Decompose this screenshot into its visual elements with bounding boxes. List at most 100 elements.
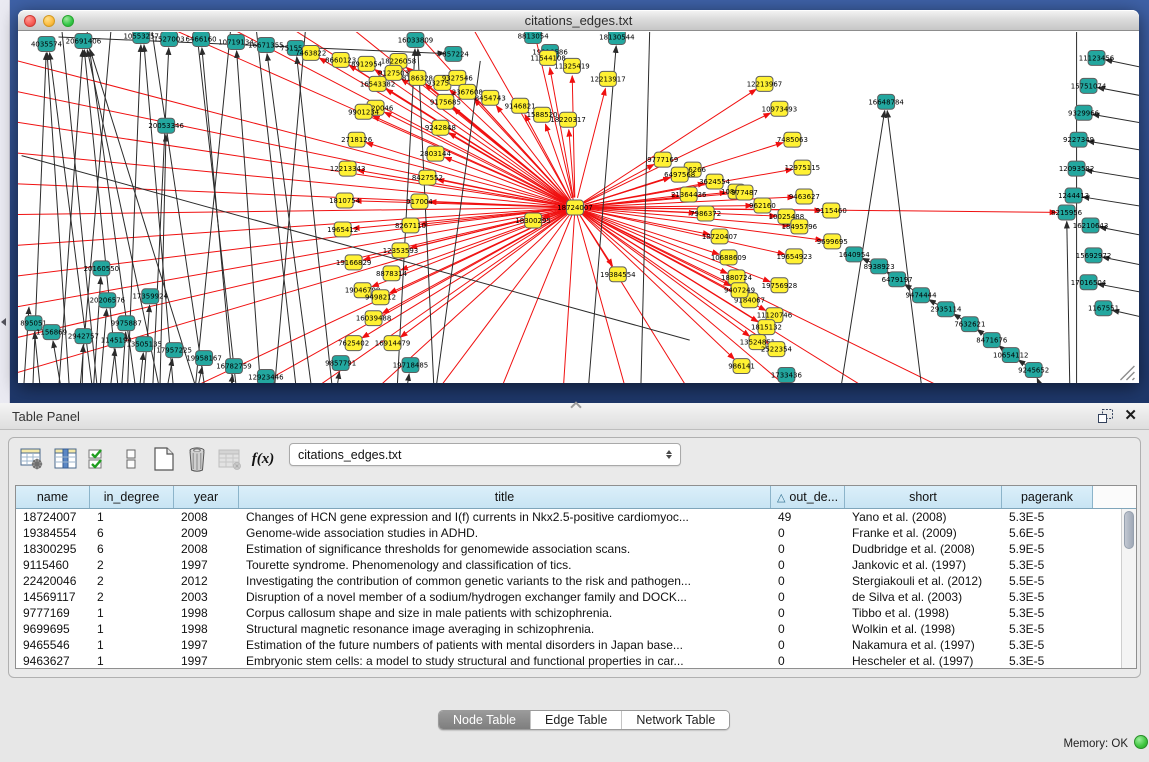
cell-year[interactable]: 1998 xyxy=(174,621,239,637)
table-row[interactable]: 969969511998Structural magnetic resonanc… xyxy=(16,621,1121,637)
citation-network-graph[interactable]: 4035574206914061055325715270036466160107… xyxy=(18,32,1139,383)
cell-short[interactable]: Yano et al. (2008) xyxy=(845,509,1002,525)
cell-title[interactable]: Corpus callosum shape and size in male p… xyxy=(239,605,771,621)
cell-short[interactable]: Franke et al. (2009) xyxy=(845,525,1002,541)
cell-short[interactable]: Nakamura et al. (1997) xyxy=(845,637,1002,653)
cell-year[interactable]: 2008 xyxy=(174,541,239,557)
zoom-window-icon[interactable] xyxy=(62,15,74,27)
cell-year[interactable]: 2008 xyxy=(174,509,239,525)
table-row[interactable]: 1456911722003Disruption of a novel membe… xyxy=(16,589,1121,605)
cell-year[interactable]: 2012 xyxy=(174,573,239,589)
column-header-out_de[interactable]: △out_de... xyxy=(771,486,845,508)
table-row[interactable]: 2242004622012Investigating the contribut… xyxy=(16,573,1121,589)
select-rows-icon[interactable] xyxy=(83,446,113,472)
table-select-dropdown[interactable]: citations_edges.txt xyxy=(289,443,681,466)
cell-pagerank[interactable]: 5.3E-5 xyxy=(1002,621,1093,637)
cell-short[interactable]: de Silva et al. (2003) xyxy=(845,589,1002,605)
table-row[interactable]: 1872400712008Changes of HCN gene express… xyxy=(16,509,1121,525)
cell-year[interactable]: 2003 xyxy=(174,589,239,605)
column-header-pagerank[interactable]: pagerank xyxy=(1002,486,1093,508)
cell-in_degree[interactable]: 2 xyxy=(90,589,174,605)
window-resize-grip[interactable] xyxy=(1118,364,1136,382)
column-header-short[interactable]: short xyxy=(845,486,1002,508)
cell-title[interactable]: Investigating the contribution of common… xyxy=(239,573,771,589)
column-header-in_degree[interactable]: in_degree xyxy=(90,486,174,508)
cell-in_degree[interactable]: 2 xyxy=(90,573,174,589)
cell-pagerank[interactable]: 5.3E-5 xyxy=(1002,653,1093,669)
cell-in_degree[interactable]: 6 xyxy=(90,541,174,557)
cell-name[interactable]: 18300295 xyxy=(16,541,90,557)
minimize-window-icon[interactable] xyxy=(43,15,55,27)
splitter-handle[interactable] xyxy=(1,318,6,326)
import-table-icon[interactable] xyxy=(215,446,245,472)
cell-in_degree[interactable]: 2 xyxy=(90,557,174,573)
cell-out_de[interactable]: 0 xyxy=(771,653,845,669)
vertical-scrollbar[interactable] xyxy=(1121,509,1136,668)
table-row[interactable]: 1830029562008Estimation of significance … xyxy=(16,541,1121,557)
cell-in_degree[interactable]: 1 xyxy=(90,637,174,653)
cell-pagerank[interactable]: 5.6E-5 xyxy=(1002,525,1093,541)
cell-short[interactable]: Hescheler et al. (1997) xyxy=(845,653,1002,669)
cell-short[interactable]: Dudbridge et al. (2008) xyxy=(845,541,1002,557)
cell-title[interactable]: Estimation of the future numbers of pati… xyxy=(239,637,771,653)
cell-year[interactable]: 1997 xyxy=(174,637,239,653)
cell-out_de[interactable]: 0 xyxy=(771,573,845,589)
cell-in_degree[interactable]: 1 xyxy=(90,509,174,525)
table-row[interactable]: 977716911998Corpus callosum shape and si… xyxy=(16,605,1121,621)
close-window-icon[interactable] xyxy=(24,15,36,27)
delete-table-icon[interactable] xyxy=(182,446,212,472)
table-row[interactable]: 1938455462009Genome-wide association stu… xyxy=(16,525,1121,541)
cell-short[interactable]: Tibbo et al. (1998) xyxy=(845,605,1002,621)
network-graph-canvas[interactable]: 4035574206914061055325715270036466160107… xyxy=(18,32,1139,383)
cell-name[interactable]: 9777169 xyxy=(16,605,90,621)
cell-pagerank[interactable]: 5.9E-5 xyxy=(1002,541,1093,557)
column-header-year[interactable]: year xyxy=(174,486,239,508)
cell-pagerank[interactable]: 5.3E-5 xyxy=(1002,637,1093,653)
cell-short[interactable]: Jankovic et al. (1997) xyxy=(845,557,1002,573)
cell-out_de[interactable]: 0 xyxy=(771,605,845,621)
table-row[interactable]: 911546021997Tourette syndrome. Phenomeno… xyxy=(16,557,1121,573)
cell-short[interactable]: Stergiakouli et al. (2012) xyxy=(845,573,1002,589)
cell-out_de[interactable]: 0 xyxy=(771,621,845,637)
row-height-icon[interactable] xyxy=(116,446,146,472)
column-header-name[interactable]: name xyxy=(16,486,90,508)
panel-collapse-grip[interactable] xyxy=(570,401,581,412)
cell-in_degree[interactable]: 1 xyxy=(90,653,174,669)
cell-in_degree[interactable]: 1 xyxy=(90,605,174,621)
table-settings-icon[interactable] xyxy=(17,446,47,472)
cell-title[interactable]: Tourette syndrome. Phenomenology and cla… xyxy=(239,557,771,573)
cell-short[interactable]: Wolkin et al. (1998) xyxy=(845,621,1002,637)
cell-out_de[interactable]: 49 xyxy=(771,509,845,525)
cell-out_de[interactable]: 0 xyxy=(771,637,845,653)
cell-in_degree[interactable]: 6 xyxy=(90,525,174,541)
cell-out_de[interactable]: 0 xyxy=(771,589,845,605)
table-column-icon[interactable] xyxy=(50,446,80,472)
cell-out_de[interactable]: 0 xyxy=(771,525,845,541)
cell-name[interactable]: 9699695 xyxy=(16,621,90,637)
cell-title[interactable]: Estimation of significance thresholds fo… xyxy=(239,541,771,557)
cell-in_degree[interactable]: 1 xyxy=(90,621,174,637)
cell-name[interactable]: 18724007 xyxy=(16,509,90,525)
cell-pagerank[interactable]: 5.5E-5 xyxy=(1002,573,1093,589)
cell-year[interactable]: 1998 xyxy=(174,605,239,621)
cell-title[interactable]: Structural magnetic resonance image aver… xyxy=(239,621,771,637)
cell-name[interactable]: 9463627 xyxy=(16,653,90,669)
cell-title[interactable]: Embryonic stem cells: a model to study s… xyxy=(239,653,771,669)
cell-out_de[interactable]: 0 xyxy=(771,541,845,557)
float-window-icon[interactable] xyxy=(1098,409,1113,423)
cell-pagerank[interactable]: 5.3E-5 xyxy=(1002,509,1093,525)
cell-name[interactable]: 19384554 xyxy=(16,525,90,541)
new-table-icon[interactable] xyxy=(149,446,179,472)
cell-title[interactable]: Disruption of a novel member of a sodium… xyxy=(239,589,771,605)
cell-pagerank[interactable]: 5.3E-5 xyxy=(1002,557,1093,573)
table-row[interactable]: 946554611997Estimation of the future num… xyxy=(16,637,1121,653)
table-row[interactable]: 946362711997Embryonic stem cells: a mode… xyxy=(16,653,1121,669)
cell-year[interactable]: 1997 xyxy=(174,557,239,573)
cell-pagerank[interactable]: 5.3E-5 xyxy=(1002,605,1093,621)
cell-year[interactable]: 1997 xyxy=(174,653,239,669)
cell-title[interactable]: Changes of HCN gene expression and I(f) … xyxy=(239,509,771,525)
cell-name[interactable]: 9465546 xyxy=(16,637,90,653)
cell-name[interactable]: 22420046 xyxy=(16,573,90,589)
cell-title[interactable]: Genome-wide association studies in ADHD. xyxy=(239,525,771,541)
cell-year[interactable]: 2009 xyxy=(174,525,239,541)
